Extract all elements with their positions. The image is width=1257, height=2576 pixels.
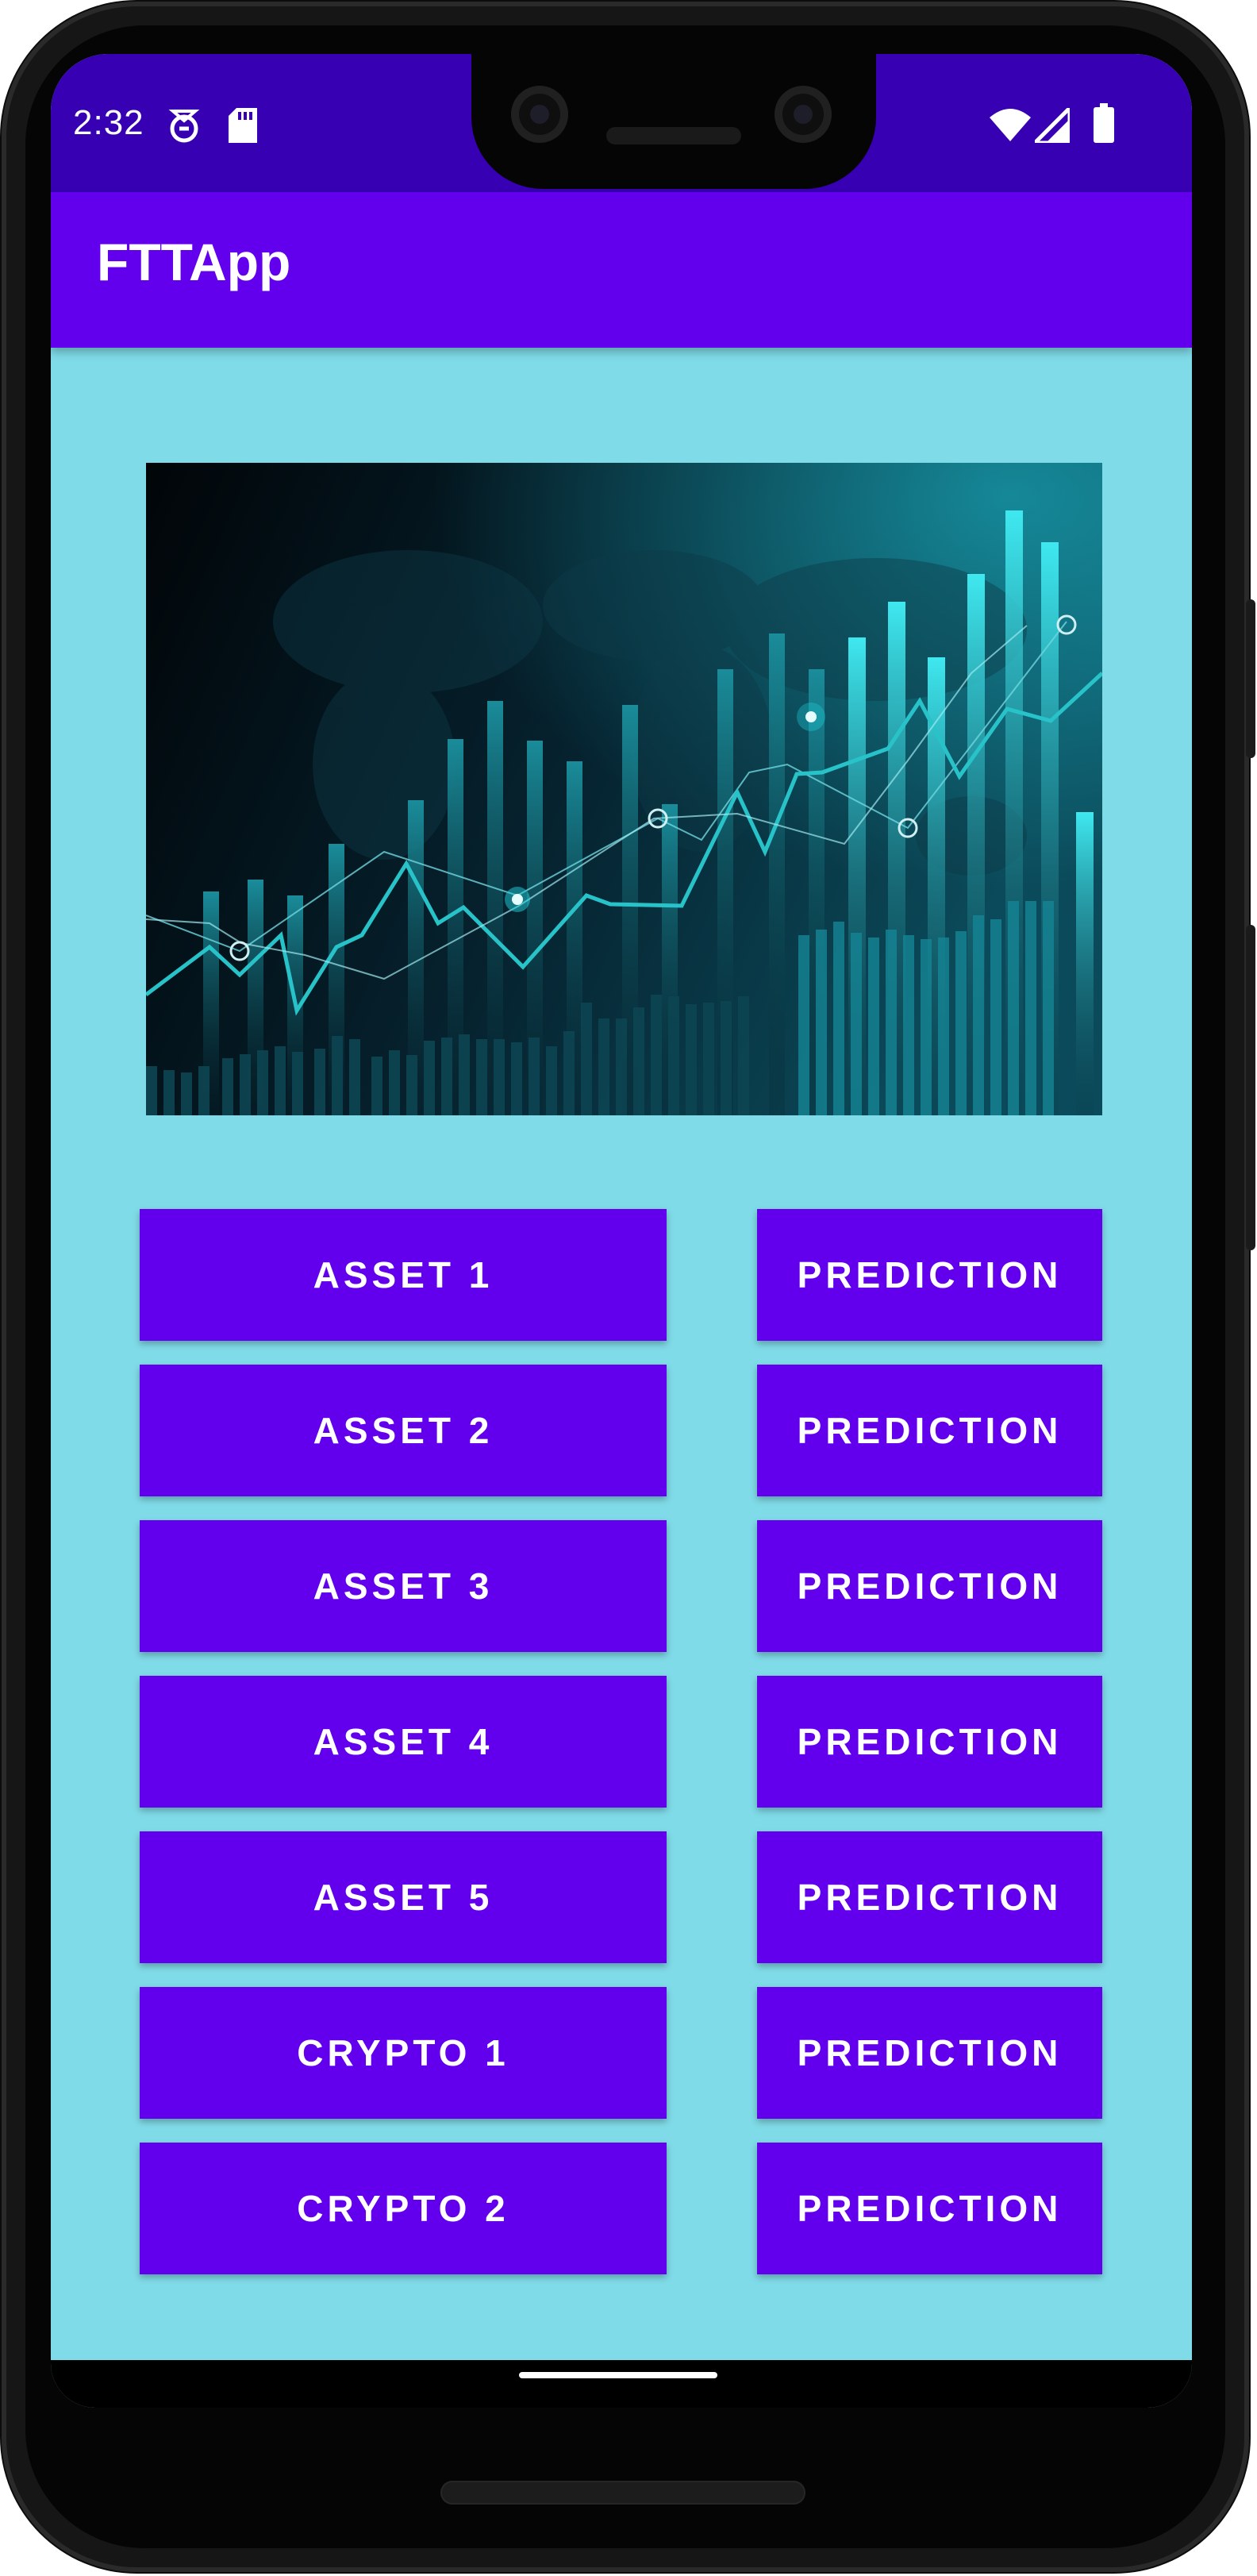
- notch: [471, 54, 876, 189]
- screen: 2:32 FTTApp ASSET 1 PREDICTION ASSET 2 P…: [51, 54, 1192, 2408]
- front-camera: [511, 86, 568, 143]
- bottom-speaker-grille: [440, 2481, 805, 2505]
- asset-5-prediction-button[interactable]: PREDICTION: [757, 1831, 1102, 1963]
- crypto-2-button[interactable]: CRYPTO 2: [140, 2143, 667, 2274]
- asset-1-prediction-button[interactable]: PREDICTION: [757, 1209, 1102, 1341]
- crypto-2-prediction-button[interactable]: PREDICTION: [757, 2143, 1102, 2274]
- earpiece-speaker: [606, 127, 741, 144]
- asset-5-button[interactable]: ASSET 5: [140, 1831, 667, 1963]
- power-button: [1246, 925, 1255, 1250]
- front-camera-2: [775, 86, 832, 143]
- status-time: 2:32: [73, 103, 144, 142]
- asset-4-button[interactable]: ASSET 4: [140, 1676, 667, 1808]
- status-bar: 2:32: [51, 54, 1192, 192]
- asset-3-prediction-button[interactable]: PREDICTION: [757, 1520, 1102, 1652]
- battery-icon: [1094, 103, 1114, 146]
- do-not-disturb-icon: [167, 106, 202, 148]
- asset-1-button[interactable]: ASSET 1: [140, 1209, 667, 1341]
- stock-chart-banner-image: [144, 463, 1104, 1115]
- crypto-1-prediction-button[interactable]: PREDICTION: [757, 1987, 1102, 2119]
- asset-4-prediction-button[interactable]: PREDICTION: [757, 1676, 1102, 1808]
- app-bar: FTTApp: [51, 192, 1192, 348]
- asset-2-button[interactable]: ASSET 2: [140, 1365, 667, 1496]
- sd-card-icon: [229, 108, 257, 146]
- asset-2-prediction-button[interactable]: PREDICTION: [757, 1365, 1102, 1496]
- signal-icon: [1029, 102, 1072, 146]
- volume-button: [1246, 599, 1255, 758]
- app-title: FTTApp: [97, 233, 291, 291]
- crypto-1-button[interactable]: CRYPTO 1: [140, 1987, 667, 2119]
- asset-3-button[interactable]: ASSET 3: [140, 1520, 667, 1652]
- banner-illustration: [144, 463, 1104, 1115]
- navigation-bar: [51, 2360, 1192, 2408]
- home-gesture-handle[interactable]: [519, 2372, 717, 2378]
- wifi-icon: [990, 108, 1031, 144]
